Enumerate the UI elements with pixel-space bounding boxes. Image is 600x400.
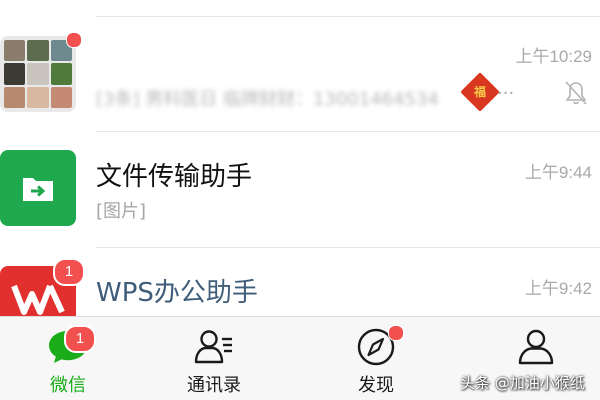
unread-badge: 1 bbox=[53, 258, 85, 286]
profile-icon bbox=[518, 329, 554, 365]
tab-label: 通讯录 bbox=[187, 375, 241, 396]
tab-label: 发现 bbox=[358, 375, 394, 396]
contacts-icon bbox=[194, 330, 232, 364]
watermark: 头条 @加油小猴纸 bbox=[460, 374, 585, 392]
chat-time: 上午10:29 bbox=[515, 47, 592, 66]
group-avatar bbox=[0, 32, 82, 112]
folder-arrow-icon bbox=[23, 178, 53, 201]
tab-discover[interactable]: 发现 bbox=[316, 317, 436, 400]
tab-contacts[interactable]: 通讯录 bbox=[154, 317, 274, 400]
ellipsis-icon: ··· bbox=[497, 83, 515, 104]
chat-row-file-transfer[interactable]: 文件传输助手 上午9:44 [图片] bbox=[0, 136, 600, 248]
member-photo bbox=[50, 63, 72, 85]
chat-preview: [图片] bbox=[96, 201, 147, 222]
member-photo bbox=[27, 40, 49, 62]
fu-sticker-icon: 福 bbox=[460, 72, 500, 112]
file-transfer-avatar bbox=[0, 150, 76, 226]
divider bbox=[96, 131, 600, 132]
mute-bell-icon bbox=[565, 81, 587, 105]
chat-name: 文件传输助手 bbox=[96, 162, 253, 192]
unread-badge: 1 bbox=[64, 325, 96, 353]
member-photo bbox=[27, 63, 49, 85]
member-photo bbox=[50, 86, 72, 108]
unread-dot bbox=[388, 325, 404, 341]
member-photo bbox=[4, 40, 26, 62]
tab-label: 微信 bbox=[50, 375, 86, 396]
tab-wechat[interactable]: 1 微信 bbox=[8, 317, 128, 400]
member-photo bbox=[4, 63, 26, 85]
unread-dot bbox=[66, 32, 82, 48]
chat-time: 上午9:44 bbox=[524, 163, 592, 182]
divider bbox=[96, 16, 600, 17]
wechat-chat-list-screen: 上午10:29 [3条] 男科医日 临牌财财：13001464534 福 ···… bbox=[0, 0, 600, 400]
chat-preview-blurred: [3条] 男科医日 临牌财财：13001464534 bbox=[96, 89, 439, 107]
chat-name: WPS办公助手 bbox=[96, 278, 258, 308]
member-photo bbox=[27, 86, 49, 108]
chat-row-group[interactable]: 上午10:29 [3条] 男科医日 临牌财财：13001464534 福 ··· bbox=[0, 28, 600, 132]
chat-time: 上午9:42 bbox=[524, 279, 592, 298]
member-photo bbox=[4, 86, 26, 108]
